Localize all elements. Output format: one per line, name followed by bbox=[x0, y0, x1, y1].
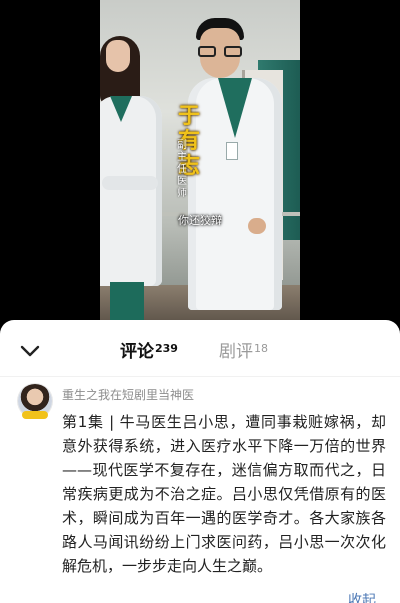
tab-reviews[interactable]: 剧评18 bbox=[219, 342, 268, 362]
tab-reviews-count: 18 bbox=[254, 342, 268, 355]
video-player[interactable]: 于有志 副主任医师 你还狡辩 bbox=[0, 0, 400, 320]
actress-arm bbox=[102, 176, 158, 190]
comment-text: 第1集 | 牛马医生吕小思，遭同事栽赃嫁祸，却意外获得系统，进入医疗水平下降一万… bbox=[62, 413, 386, 575]
video-frame: 于有志 副主任医师 你还狡辩 bbox=[100, 0, 300, 320]
collapse-comment-link[interactable]: 收起 bbox=[348, 590, 376, 603]
actor-hand bbox=[248, 218, 266, 234]
actress-coat bbox=[100, 96, 162, 286]
tab-comments-label: 评论 bbox=[120, 342, 154, 362]
actress-pants bbox=[110, 282, 144, 320]
actor-glasses bbox=[198, 46, 242, 58]
character-role-tag: 副主任医师 bbox=[177, 140, 187, 199]
tab-comments-count: 239 bbox=[155, 342, 178, 355]
collapse-sheet-button[interactable] bbox=[18, 342, 42, 360]
video-subtitle: 你还狡辩 bbox=[178, 214, 222, 227]
tab-reviews-label: 剧评 bbox=[219, 342, 253, 362]
avatar-badge bbox=[22, 411, 48, 419]
actor-badge bbox=[226, 142, 238, 160]
tab-comments[interactable]: 评论239 bbox=[120, 342, 178, 362]
actress-face bbox=[106, 40, 130, 72]
tabs-divider bbox=[0, 376, 400, 377]
comment-username[interactable]: 重生之我在短剧里当神医 bbox=[62, 386, 194, 403]
comments-sheet: 评论239 剧评18 重生之我在短剧里当神医 第1集 | 牛马医生吕小思，遭同事… bbox=[0, 320, 400, 603]
chevron-down-icon bbox=[20, 345, 40, 357]
